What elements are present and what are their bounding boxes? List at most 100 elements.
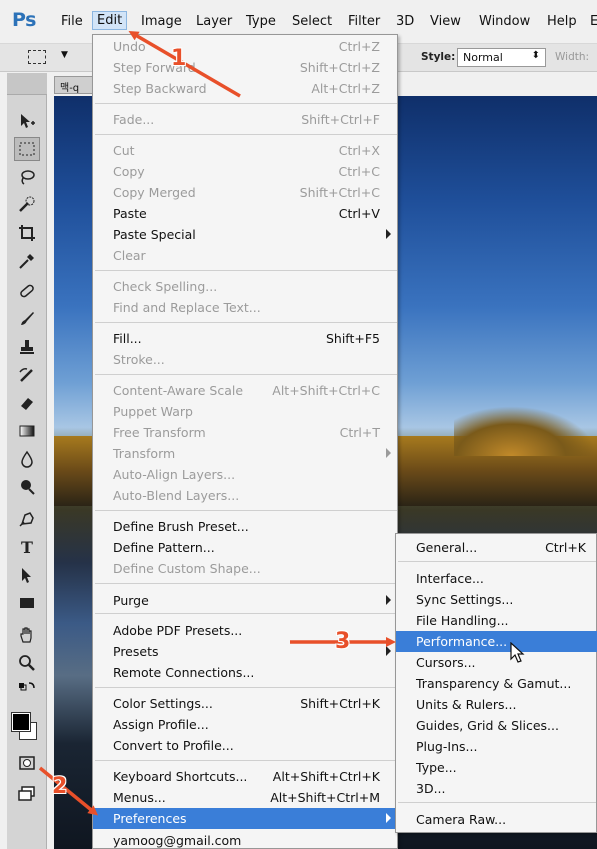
preferences-item-file-handling[interactable]: File Handling... — [396, 610, 597, 631]
preferences-item-sync-settings[interactable]: Sync Settings... — [396, 589, 597, 610]
quick-mask-icon[interactable] — [14, 751, 40, 775]
edit-menu-item-auto-blend-layers: Auto-Blend Layers... — [93, 485, 399, 506]
menu-item-label: Presets — [113, 644, 159, 659]
marquee-tool-icon[interactable] — [14, 137, 40, 161]
preferences-item-camera-raw[interactable]: Camera Raw... — [396, 809, 597, 830]
rectangle-tool-icon[interactable] — [14, 591, 40, 615]
clone-stamp-tool-icon[interactable] — [14, 335, 40, 359]
menu-item-label: Puppet Warp — [113, 404, 193, 419]
toolbox: T — [7, 73, 47, 849]
menu-item-label: Undo — [113, 39, 146, 54]
menu-separator — [95, 322, 397, 323]
preferences-item-interface[interactable]: Interface... — [396, 568, 597, 589]
menu-3d[interactable]: 3D — [396, 14, 414, 29]
pen-tool-icon[interactable] — [14, 507, 40, 531]
menu-item-label: Adobe PDF Presets... — [113, 623, 243, 638]
menu-item-label: Transform — [113, 446, 176, 461]
menu-image[interactable]: Image — [141, 14, 182, 29]
menu-item-label: Clear — [113, 248, 146, 263]
preferences-item-guides-grid-slices[interactable]: Guides, Grid & Slices... — [396, 715, 597, 736]
style-select[interactable]: Normal ⬍ — [457, 48, 546, 67]
menu-item-shortcut: Ctrl+K — [545, 540, 586, 555]
preferences-item-general[interactable]: General... Ctrl+K — [396, 537, 597, 558]
edit-menu-item-menus[interactable]: Menus... Alt+Shift+Ctrl+M — [93, 787, 399, 808]
dodge-tool-icon[interactable] — [14, 475, 40, 499]
menu-item-label: Menus... — [113, 790, 166, 805]
edit-menu-item-preferences[interactable]: Preferences — [93, 808, 399, 829]
menu-item-label: yamoog@gmail.com — [113, 833, 242, 848]
submenu-arrow-icon — [386, 813, 391, 823]
edit-menu-item-color-settings[interactable]: Color Settings... Shift+Ctrl+K — [93, 693, 399, 714]
menu-item-shortcut: Alt+Shift+Ctrl+K — [272, 769, 380, 784]
healing-brush-tool-icon[interactable] — [14, 279, 40, 303]
menu-file[interactable]: File — [61, 14, 83, 29]
menu-item-label: Assign Profile... — [113, 717, 209, 732]
menu-separator — [95, 613, 397, 614]
menu-item-label: Color Settings... — [113, 696, 213, 711]
preferences-item-transparency-gamut[interactable]: Transparency & Gamut... — [396, 673, 597, 694]
step-number-3: 3 — [335, 629, 351, 654]
menu-edit-overflow[interactable]: E — [590, 14, 597, 29]
crop-tool-icon[interactable] — [14, 221, 40, 245]
zoom-tool-icon[interactable] — [14, 651, 40, 675]
edit-menu-item-paste[interactable]: Paste Ctrl+V — [93, 203, 399, 224]
edit-menu-item-paste-special[interactable]: Paste Special — [93, 224, 399, 245]
preferences-item-type[interactable]: Type... — [396, 757, 597, 778]
preferences-item-cursors[interactable]: Cursors... — [396, 652, 597, 673]
brush-tool-icon[interactable] — [14, 307, 40, 331]
edit-menu-item-purge[interactable]: Purge — [93, 590, 399, 611]
menu-item-label: Define Pattern... — [113, 540, 215, 555]
history-brush-tool-icon[interactable] — [14, 363, 40, 387]
edit-menu-item-remote-connections[interactable]: Remote Connections... — [93, 662, 399, 683]
lasso-tool-icon[interactable] — [14, 165, 40, 189]
eraser-tool-icon[interactable] — [14, 391, 40, 415]
menu-item-shortcut: Alt+Shift+Ctrl+M — [270, 790, 380, 805]
quick-selection-tool-icon[interactable] — [14, 193, 40, 217]
preferences-item-plug-ins[interactable]: Plug-Ins... — [396, 736, 597, 757]
edit-menu-item-convert-to-profile[interactable]: Convert to Profile... — [93, 735, 399, 756]
edit-menu-item-adobe-pdf-presets[interactable]: Adobe PDF Presets... — [93, 620, 399, 641]
screen-mode-icon[interactable] — [14, 781, 40, 805]
menu-item-label: Content-Aware Scale — [113, 383, 244, 398]
type-tool-icon[interactable]: T — [14, 535, 40, 559]
edit-menu-item-keyboard-shortcuts[interactable]: Keyboard Shortcuts... Alt+Shift+Ctrl+K — [93, 766, 399, 787]
menu-item-label: Copy — [113, 164, 145, 179]
swap-colors-icon[interactable] — [14, 677, 40, 701]
move-tool-icon[interactable] — [14, 109, 40, 133]
gradient-tool-icon[interactable] — [14, 419, 40, 443]
menu-view[interactable]: View — [430, 14, 461, 29]
marquee-preset-icon[interactable] — [28, 50, 46, 64]
toolbox-grip[interactable] — [7, 73, 47, 95]
edit-menu-item-transform: Transform — [93, 443, 399, 464]
edit-menu-item-define-brush-preset[interactable]: Define Brush Preset... — [93, 516, 399, 537]
edit-menu-item-assign-profile[interactable]: Assign Profile... — [93, 714, 399, 735]
menu-help[interactable]: Help — [547, 14, 577, 29]
menu-item-label: Camera Raw... — [416, 812, 507, 827]
menu-type[interactable]: Type — [246, 14, 276, 29]
menu-edit[interactable]: Edit — [92, 11, 128, 30]
edit-menu-item-fade: Fade... Shift+Ctrl+F — [93, 109, 399, 130]
blur-tool-icon[interactable] — [14, 447, 40, 471]
menu-filter[interactable]: Filter — [348, 14, 380, 29]
preferences-item-3d[interactable]: 3D... — [396, 778, 597, 799]
foreground-color-swatch[interactable] — [11, 712, 31, 732]
menu-select[interactable]: Select — [292, 14, 332, 29]
menu-separator — [95, 374, 397, 375]
menu-window[interactable]: Window — [479, 14, 530, 29]
eyedropper-tool-icon[interactable] — [14, 249, 40, 273]
menu-item-label: Interface... — [416, 571, 484, 586]
menu-item-label: Sync Settings... — [416, 592, 514, 607]
menu-layer[interactable]: Layer — [196, 14, 232, 29]
edit-menu-item-presets[interactable]: Presets — [93, 641, 399, 662]
document-tab[interactable]: 맥-q — [54, 76, 96, 94]
chevron-down-icon[interactable]: ▼ — [61, 50, 68, 60]
edit-menu-item-define-custom-shape: Define Custom Shape... — [93, 558, 399, 579]
edit-menu-item-fill[interactable]: Fill... Shift+F5 — [93, 328, 399, 349]
hand-tool-icon[interactable] — [14, 623, 40, 647]
edit-menu-item-define-pattern[interactable]: Define Pattern... — [93, 537, 399, 558]
preferences-item-performance[interactable]: Performance... — [396, 631, 597, 652]
path-selection-tool-icon[interactable] — [14, 563, 40, 587]
menu-separator — [95, 134, 397, 135]
edit-menu-item-yamoog-gmail-com[interactable]: yamoog@gmail.com — [93, 830, 399, 849]
preferences-item-units-rulers[interactable]: Units & Rulers... — [396, 694, 597, 715]
